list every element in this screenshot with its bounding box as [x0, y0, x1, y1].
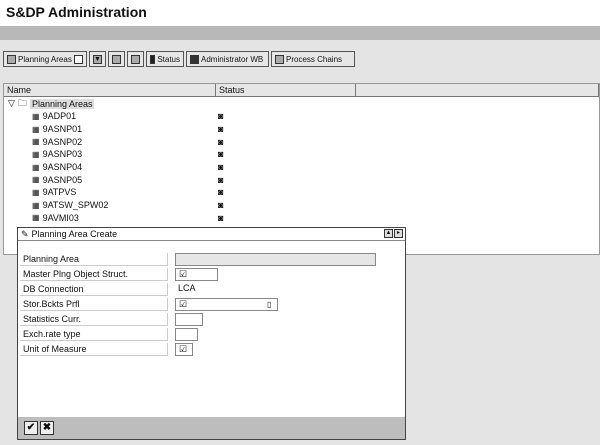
form-input[interactable]: ☑ [175, 297, 278, 311]
planning-area-name: 9ASNP03 [42, 149, 83, 160]
create-icon: ✎ [21, 228, 29, 239]
toolbar: Planning Areas ▼ Status Administrator WB… [3, 51, 355, 67]
status-icon: ◙ [218, 136, 224, 147]
planning-area-name: 9ADP01 [42, 111, 77, 122]
process-chains-label: Process Chains [286, 54, 343, 64]
menu-band [0, 26, 600, 40]
planning-area-name: 9ATPVS [42, 187, 77, 198]
form-row: Statistics Curr. [20, 312, 405, 326]
column-name[interactable]: Name [4, 84, 216, 96]
planning-area-icon: ▦ [32, 124, 40, 134]
field-label: Exch.rate type [20, 327, 168, 341]
filter-settings-button[interactable] [127, 51, 144, 67]
field-label: Master Plng Object Struct. [20, 267, 168, 281]
chain-icon [275, 54, 284, 64]
planning-area-icon: ▦ [32, 162, 40, 172]
planning-area-name: 9AVMI03 [42, 212, 79, 223]
planning-area-icon: ▦ [32, 187, 40, 197]
tree-row[interactable]: ▦ 9ATSW_SPW02 ◙ [4, 199, 599, 212]
planning-area-icon: ▦ [32, 149, 40, 159]
tree-root[interactable]: ▽ 🗀 Planning Areas [4, 97, 599, 110]
column-empty [356, 84, 599, 96]
dialog-titlebar: ✎ Planning Area Create ▲ ▸ [18, 228, 405, 241]
status-icon: ◙ [218, 124, 224, 135]
status-icon: ◙ [218, 212, 224, 223]
field-label: Statistics Curr. [20, 312, 168, 326]
status-icon: ◙ [218, 149, 224, 160]
tree-header: Name Status [4, 84, 599, 97]
status-icon: ◙ [218, 111, 224, 122]
tree-icon [7, 54, 16, 64]
column-status[interactable]: Status [216, 84, 356, 96]
status-icon: ◙ [218, 162, 224, 173]
filter-button[interactable]: ▼ [89, 51, 106, 67]
value-help-icon[interactable]: ▯ [267, 300, 271, 309]
admin-wb-label: Administrator WB [201, 54, 264, 64]
filter-settings-icon [131, 54, 140, 64]
planning-areas-label: Planning Areas [18, 54, 72, 64]
details-button[interactable] [108, 51, 125, 67]
confirm-button[interactable]: ✔ [24, 421, 38, 435]
tree-row[interactable]: ▦ 9ASNP03 ◙ [4, 148, 599, 161]
process-chains-button[interactable]: Process Chains [271, 51, 355, 67]
planning-area-icon: ▦ [32, 137, 40, 147]
form-input[interactable]: ☑ [175, 342, 193, 356]
status-label: Status [157, 54, 180, 64]
tree-row[interactable]: ▦ 9ASNP02 ◙ [4, 135, 599, 148]
window-title: S&DP Administration [0, 0, 600, 26]
form-input[interactable]: ☑ [175, 267, 218, 281]
tree-row[interactable]: ▦ 9ASNP04 ◙ [4, 161, 599, 174]
form-row: Master Plng Object Struct. ☑ [20, 267, 405, 281]
planning-area-icon: ▦ [32, 111, 40, 121]
planning-area-icon: ▦ [32, 175, 40, 185]
planning-area-icon: ▦ [32, 213, 40, 223]
form-row: Stor.Bckts Prfl ☑ ▯ [20, 297, 405, 311]
tree-row[interactable]: ▦ 9ASNP05 ◙ [4, 173, 599, 186]
details-icon [112, 54, 121, 64]
planning-area-icon: ▦ [32, 200, 40, 210]
status-icon: ◙ [218, 200, 224, 211]
dialog-footer: ✔ ✖ [18, 417, 405, 439]
tree-row[interactable]: ▦ 9ADP01 ◙ [4, 110, 599, 123]
dropdown-icon [74, 54, 83, 64]
field-label: Planning Area [20, 252, 168, 266]
administrator-wb-button[interactable]: Administrator WB [186, 51, 269, 67]
field-label: Unit of Measure [20, 342, 168, 356]
form-input[interactable] [175, 252, 376, 266]
dialog-title: Planning Area Create [31, 229, 118, 239]
planning-area-name: 9ASNP02 [42, 136, 83, 147]
tree-row[interactable]: ▦ 9ASNP01 ◙ [4, 123, 599, 136]
form-input[interactable] [175, 312, 203, 326]
db-connection-value: LCA [178, 282, 196, 293]
planning-area-name: 9ATSW_SPW02 [42, 200, 109, 211]
workbench-icon [190, 54, 199, 64]
planning-areas-button[interactable]: Planning Areas [3, 51, 87, 67]
form-row: Exch.rate type [20, 327, 405, 341]
tree-row[interactable]: ▦ 9AVMI03 ◙ [4, 212, 599, 225]
status-icon: ◙ [218, 187, 224, 198]
form-input[interactable] [175, 327, 198, 341]
status-icon [150, 54, 156, 64]
tree-row[interactable]: ▦ 9ATPVS ◙ [4, 186, 599, 199]
status-icon: ◙ [218, 174, 224, 185]
form-row: Unit of Measure ☑ [20, 342, 405, 356]
planning-area-create-dialog: ✎ Planning Area Create ▲ ▸ Planning Area Ma… [17, 227, 406, 440]
planning-area-name: 9ASNP01 [42, 124, 83, 135]
scroll-up-icon[interactable]: ▲ [384, 229, 393, 238]
filter-icon: ▼ [93, 54, 102, 64]
planning-area-name: 9ASNP04 [42, 162, 83, 173]
status-button[interactable]: Status [146, 51, 184, 67]
root-label: Planning Areas [29, 98, 95, 109]
expand-icon[interactable]: ▽ [8, 98, 15, 109]
field-label: Stor.Bckts Prfl [20, 297, 168, 311]
form-row: Planning Area [20, 252, 405, 266]
close-icon[interactable]: ▸ [394, 229, 403, 238]
cancel-button[interactable]: ✖ [40, 421, 54, 435]
planning-area-name: 9ASNP05 [42, 174, 83, 185]
form-row: DB Connection LCA [20, 282, 405, 296]
field-label: DB Connection [20, 282, 168, 296]
